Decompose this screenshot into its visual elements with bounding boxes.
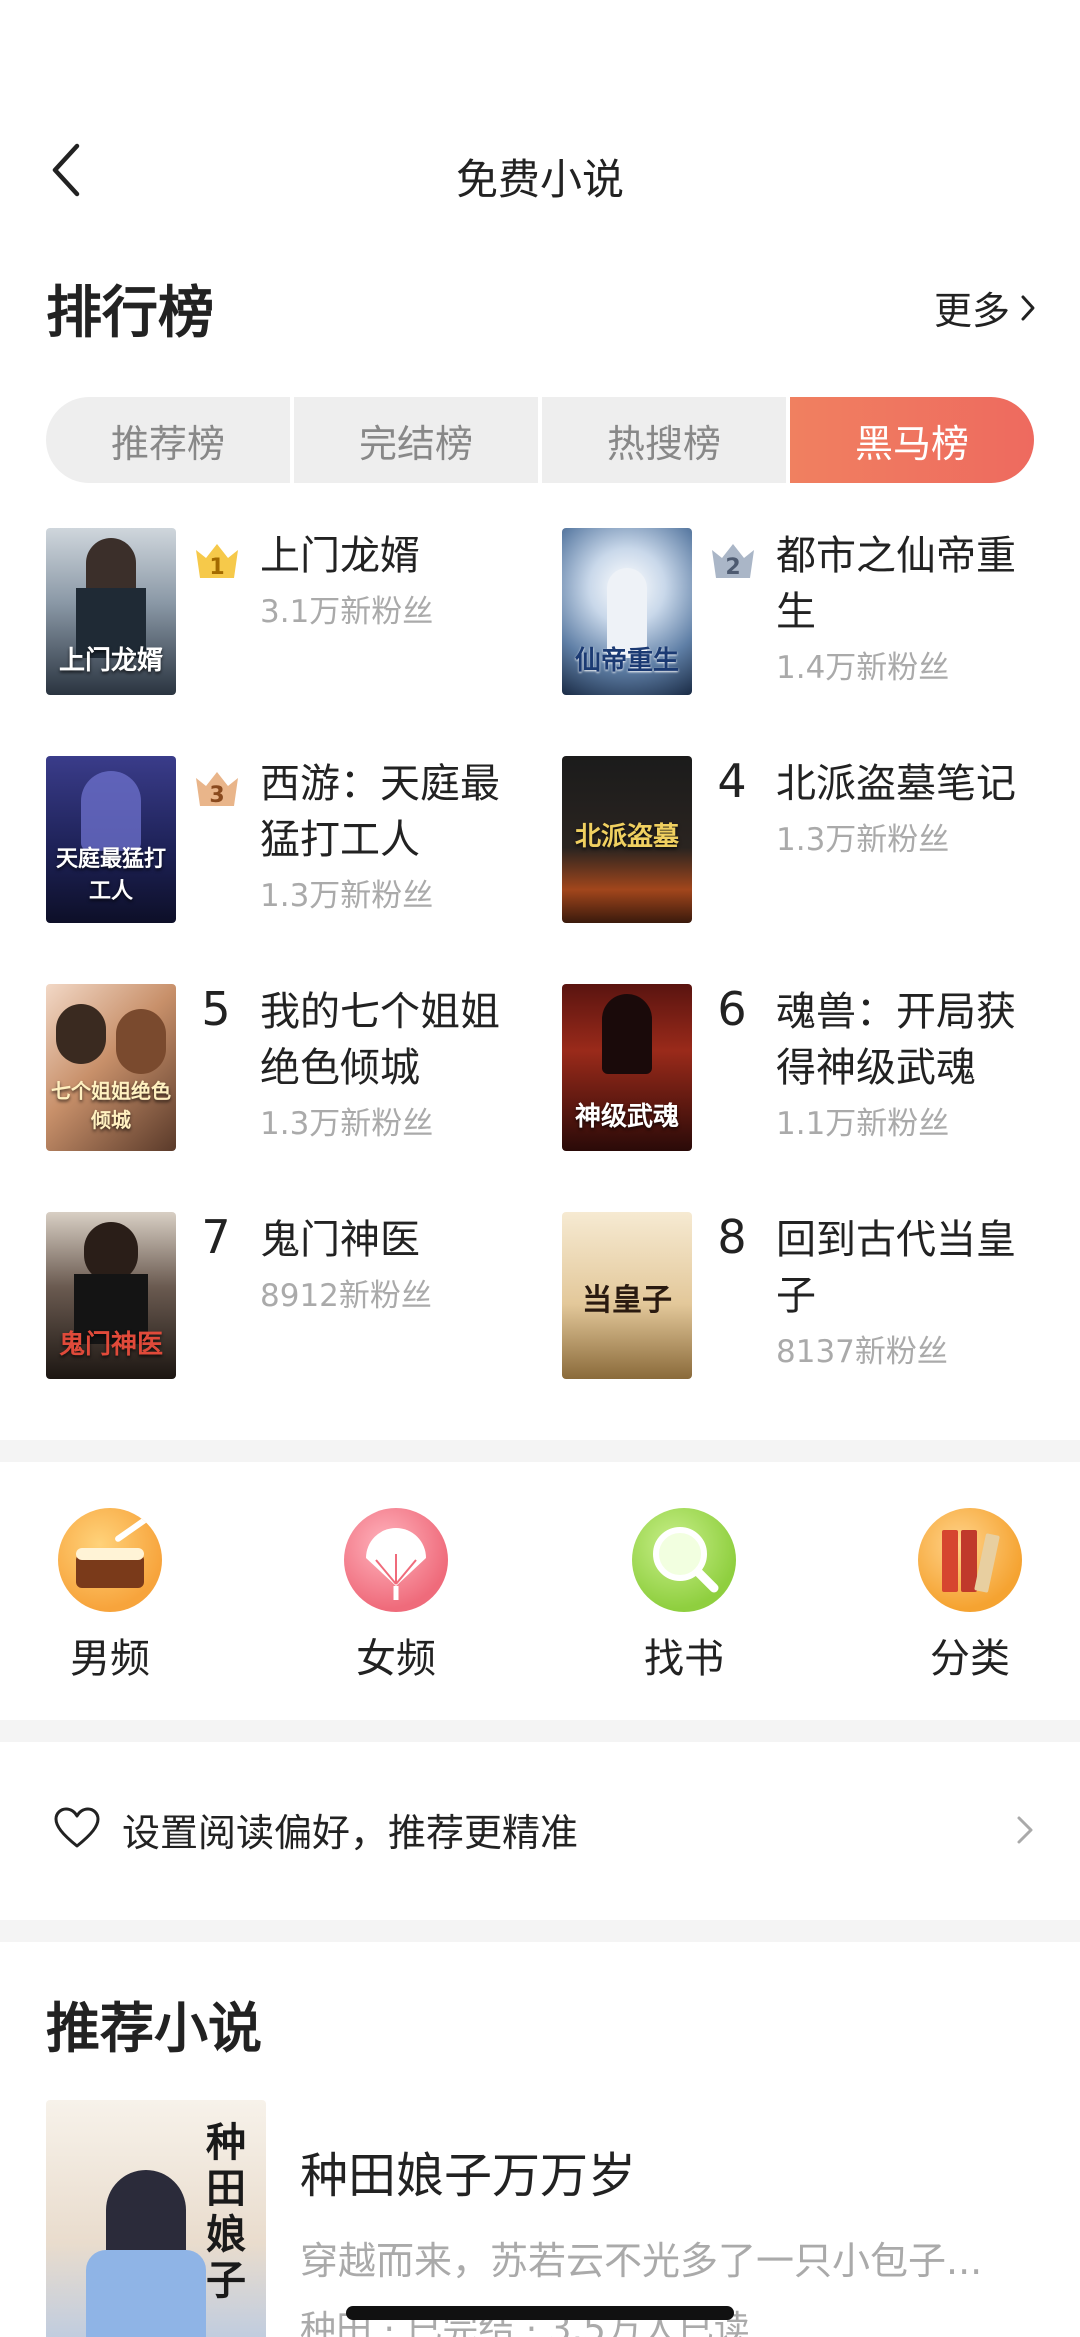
crown-silver-icon: 2 bbox=[712, 544, 754, 580]
section-divider bbox=[0, 1440, 1080, 1462]
ranking-item[interactable]: 北派盗墓 4 北派盗墓笔记 1.3万新粉丝 bbox=[562, 754, 1042, 946]
book-cover[interactable]: 七个姐姐绝色倾城 bbox=[46, 984, 176, 1151]
tab-completed[interactable]: 完结榜 bbox=[294, 397, 538, 483]
tab-recommend[interactable]: 推荐榜 bbox=[46, 397, 290, 483]
book-title-text: 西游：天庭最猛打工人 bbox=[260, 761, 500, 863]
recommend-title: 推荐小说 bbox=[46, 1997, 262, 2060]
book-title[interactable]: 都市之仙帝重生 1.4万新粉丝 bbox=[776, 528, 1026, 696]
book-title[interactable]: 魂兽：开局获得神级武魂 1.1万新粉丝 bbox=[776, 984, 1026, 1152]
fans-count: 1.3万新粉丝 bbox=[260, 1106, 434, 1142]
page-title: 免费小说 bbox=[455, 155, 624, 204]
cover-title: 种田娘子 bbox=[206, 2120, 246, 2304]
chevron-right-icon bbox=[1021, 295, 1035, 320]
reading-preference-row[interactable]: 设置阅读偏好，推荐更精准 bbox=[0, 1752, 1080, 1906]
section-divider bbox=[0, 1720, 1080, 1742]
ranking-item[interactable]: 仙帝重生 2 都市之仙帝重生 1.4万新粉丝 bbox=[562, 528, 1042, 718]
rank-number: 1 bbox=[209, 555, 224, 580]
cover-title: 仙帝重生 bbox=[574, 646, 679, 676]
quick-female[interactable]: 女频 bbox=[326, 1508, 466, 1684]
book-cover[interactable]: 鬼门神医 bbox=[46, 1212, 176, 1379]
tab-hot-search[interactable]: 热搜榜 bbox=[542, 397, 786, 483]
book-cover[interactable]: 上门龙婿 bbox=[46, 528, 176, 695]
cover-title: 上门龙婿 bbox=[58, 646, 163, 676]
book-title-text: 鬼门神医 bbox=[260, 1217, 420, 1263]
quick-label: 分类 bbox=[930, 1636, 1010, 1682]
fans-count: 1.3万新粉丝 bbox=[776, 822, 950, 858]
book-title[interactable]: 我的七个姐姐绝色倾城 1.3万新粉丝 bbox=[260, 984, 510, 1152]
book-title-text: 上门龙婿 bbox=[260, 533, 420, 579]
cover-title: 天庭最猛打工人 bbox=[55, 847, 166, 904]
book-title-text: 北派盗墓笔记 bbox=[776, 761, 1016, 807]
fans-count: 8912新粉丝 bbox=[260, 1278, 432, 1314]
quick-category[interactable]: 分类 bbox=[900, 1508, 1040, 1684]
book-title[interactable]: 北派盗墓笔记 1.3万新粉丝 bbox=[776, 756, 1026, 868]
book-title-text: 回到古代当皇子 bbox=[776, 1217, 1016, 1319]
rank-number: 2 bbox=[725, 555, 740, 580]
book-cover[interactable]: 当皇子 bbox=[562, 1212, 692, 1379]
crown-bronze-icon: 3 bbox=[196, 772, 238, 808]
more-link[interactable]: 更多 bbox=[934, 280, 1036, 335]
quick-male[interactable]: 男频 bbox=[40, 1508, 180, 1684]
preference-text: 设置阅读偏好，推荐更精准 bbox=[122, 1811, 579, 1855]
cover-title: 神级武魂 bbox=[574, 1102, 679, 1132]
rank-number: 8 bbox=[717, 1210, 747, 1264]
rank-number: 4 bbox=[717, 754, 747, 808]
quick-label: 女频 bbox=[356, 1636, 436, 1682]
ranking-tabs: 推荐榜 完结榜 热搜榜 黑马榜 bbox=[46, 397, 1034, 483]
books-icon bbox=[918, 1508, 1022, 1612]
ranking-item[interactable]: 当皇子 8 回到古代当皇子 8137新粉丝 bbox=[562, 1210, 1042, 1402]
book-title[interactable]: 种田娘子万万岁 bbox=[300, 2136, 636, 2206]
chevron-right-icon bbox=[1017, 1816, 1033, 1844]
tab-dark-horse[interactable]: 黑马榜 bbox=[790, 397, 1034, 483]
book-cover[interactable]: 神级武魂 bbox=[562, 984, 692, 1151]
cover-title: 七个姐姐绝色倾城 bbox=[51, 1079, 171, 1132]
book-cover[interactable]: 种田娘子 bbox=[46, 2100, 266, 2337]
rank-number: 6 bbox=[717, 982, 747, 1036]
ranking-item[interactable]: 神级武魂 6 魂兽：开局获得神级武魂 1.1万新粉丝 bbox=[562, 982, 1042, 1174]
magnifier-icon bbox=[632, 1508, 736, 1612]
drum-icon bbox=[58, 1508, 162, 1612]
book-cover[interactable]: 天庭最猛打工人 bbox=[46, 756, 176, 923]
nav-bar: 免费小说 bbox=[0, 120, 1080, 230]
book-title-text: 都市之仙帝重生 bbox=[776, 533, 1016, 635]
book-title[interactable]: 上门龙婿 3.1万新粉丝 bbox=[260, 528, 510, 640]
book-cover[interactable]: 仙帝重生 bbox=[562, 528, 692, 695]
book-cover[interactable]: 北派盗墓 bbox=[562, 756, 692, 923]
rank-number: 7 bbox=[201, 1210, 231, 1264]
ranking-item[interactable]: 上门龙婿 1 上门龙婿 3.1万新粉丝 bbox=[46, 528, 526, 718]
cover-title: 北派盗墓 bbox=[574, 822, 679, 852]
ranking-header: 排行榜 更多 bbox=[46, 268, 1036, 346]
section-divider bbox=[0, 1920, 1080, 1942]
crown-gold-icon: 1 bbox=[196, 544, 238, 580]
fans-count: 1.1万新粉丝 bbox=[776, 1106, 950, 1142]
rank-number: 3 bbox=[209, 783, 224, 808]
book-description: 穿越而来，苏若云不光多了一只小包子... bbox=[300, 2239, 983, 2283]
ranking-item[interactable]: 七个姐姐绝色倾城 5 我的七个姐姐绝色倾城 1.3万新粉丝 bbox=[46, 982, 526, 1174]
fans-count: 8137新粉丝 bbox=[776, 1334, 948, 1370]
quick-label: 找书 bbox=[644, 1636, 724, 1682]
quick-entries: 男频 女频 找书 分类 bbox=[0, 1500, 1080, 1690]
book-title[interactable]: 西游：天庭最猛打工人 1.3万新粉丝 bbox=[260, 756, 510, 924]
more-label: 更多 bbox=[933, 289, 1010, 333]
cover-title: 当皇子 bbox=[582, 1283, 672, 1318]
book-title-text: 魂兽：开局获得神级武魂 bbox=[776, 989, 1016, 1091]
home-indicator bbox=[346, 2306, 734, 2320]
fans-count: 3.1万新粉丝 bbox=[260, 594, 434, 630]
heart-icon bbox=[54, 1807, 100, 1848]
quick-label: 男频 bbox=[70, 1636, 150, 1682]
book-title-text: 我的七个姐姐绝色倾城 bbox=[260, 989, 500, 1091]
book-title[interactable]: 鬼门神医 8912新粉丝 bbox=[260, 1212, 510, 1324]
ranking-title: 排行榜 bbox=[46, 281, 214, 346]
cover-title: 鬼门神医 bbox=[58, 1330, 163, 1360]
quick-find-book[interactable]: 找书 bbox=[614, 1508, 754, 1684]
ranking-item[interactable]: 天庭最猛打工人 3 西游：天庭最猛打工人 1.3万新粉丝 bbox=[46, 756, 526, 946]
fans-count: 1.3万新粉丝 bbox=[260, 878, 434, 914]
book-title[interactable]: 回到古代当皇子 8137新粉丝 bbox=[776, 1212, 1026, 1380]
ranking-item[interactable]: 鬼门神医 7 鬼门神医 8912新粉丝 bbox=[46, 1210, 526, 1402]
fan-icon bbox=[344, 1508, 448, 1612]
rank-number: 5 bbox=[201, 982, 231, 1036]
fans-count: 1.4万新粉丝 bbox=[776, 650, 950, 686]
